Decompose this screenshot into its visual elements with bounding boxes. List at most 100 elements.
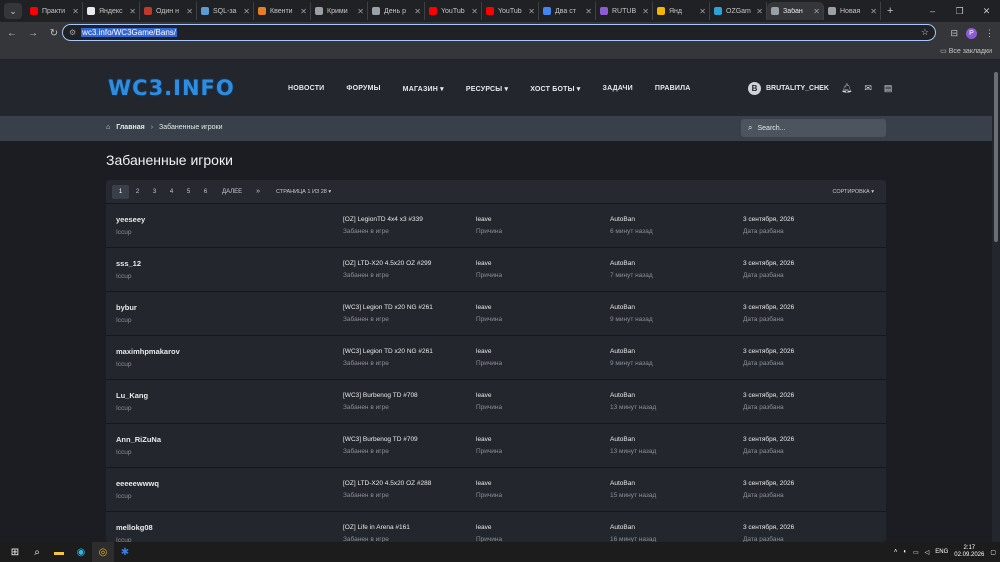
reason-cell: leave Причина <box>476 304 502 323</box>
browser-tab[interactable]: Забан ✕ <box>767 2 824 20</box>
game-label: Забанен в игре <box>343 360 389 367</box>
breadcrumb-current[interactable]: Забаненные игроки <box>159 124 222 131</box>
volume-icon[interactable]: ◁ <box>925 549 930 556</box>
page-link[interactable]: 3 <box>146 185 163 199</box>
close-tab-icon[interactable]: ✕ <box>756 7 763 16</box>
close-tab-icon[interactable]: ✕ <box>243 7 250 16</box>
nav-item[interactable]: ЗАДАЧИ <box>603 85 633 93</box>
close-tab-icon[interactable]: ✕ <box>471 7 478 16</box>
close-tab-icon[interactable]: ✕ <box>813 7 820 16</box>
profile-avatar[interactable]: P <box>966 27 977 39</box>
user-avatar[interactable]: B <box>748 82 761 95</box>
close-tab-icon[interactable]: ✕ <box>585 7 592 16</box>
nav-item[interactable]: РЕСУРСЫ ▾ <box>466 85 508 93</box>
browser-tab[interactable]: Два ст ✕ <box>539 2 596 20</box>
browser-tab[interactable]: Крими ✕ <box>311 2 368 20</box>
player-name[interactable]: mellokg08 <box>116 523 153 532</box>
file-explorer-icon[interactable]: ▬ <box>48 542 70 562</box>
back-button[interactable]: ← <box>3 28 21 39</box>
network-icon[interactable]: ▭ <box>913 549 919 556</box>
browser-tab[interactable]: Практи ✕ <box>26 2 83 20</box>
next-page-link[interactable]: ДАЛЕЕ <box>222 189 242 195</box>
player-name[interactable]: bybur <box>116 303 137 312</box>
breadcrumb-home[interactable]: Главная <box>116 124 144 131</box>
sort-dropdown[interactable]: СОРТИРОВКА ▾ <box>832 189 874 195</box>
close-window-button[interactable]: ✕ <box>973 6 1000 17</box>
close-tab-icon[interactable]: ✕ <box>129 7 136 16</box>
browser-tab[interactable]: RUTUB ✕ <box>596 2 653 20</box>
menu-icon[interactable]: ⋮ <box>985 28 994 39</box>
bell-icon[interactable]: 🔔︎ <box>841 83 852 94</box>
site-logo[interactable]: WC3.INFO <box>108 76 235 100</box>
close-tab-icon[interactable]: ✕ <box>72 7 79 16</box>
browser-tab[interactable]: Яндекс ✕ <box>83 2 140 20</box>
page-link[interactable]: 6 <box>197 185 214 199</box>
address-bar[interactable]: ⚙ wc3.info/WC3Game/Bans/ ☆ <box>62 24 936 41</box>
notification-icon[interactable]: ▢ <box>990 549 996 556</box>
nav-item[interactable]: ХОСТ БОТЫ ▾ <box>530 85 580 93</box>
player-name[interactable]: sss_12 <box>116 259 141 268</box>
player-name[interactable]: yeeseey <box>116 215 145 224</box>
close-tab-icon[interactable]: ✕ <box>528 7 535 16</box>
browser-tab[interactable]: OZGam ✕ <box>710 2 767 20</box>
tray-app-icon[interactable]: ◐ <box>903 549 907 555</box>
search-input[interactable]: ⌕ Search... <box>741 119 886 137</box>
page-jump-dropdown[interactable]: СТРАНИЦА 1 ИЗ 28 ▾ <box>276 189 331 195</box>
language-indicator[interactable]: ENG <box>935 549 948 555</box>
minimize-button[interactable]: – <box>919 6 946 16</box>
windows-start-icon[interactable]: ⊞ <box>4 542 26 562</box>
document-icon[interactable]: ▤ <box>884 83 893 94</box>
browser-tab[interactable]: Новая ✕ <box>824 2 881 20</box>
page-link[interactable]: 2 <box>129 185 146 199</box>
browser-tab[interactable]: Квенти ✕ <box>254 2 311 20</box>
close-tab-icon[interactable]: ✕ <box>699 7 706 16</box>
scrollbar-thumb[interactable] <box>994 72 998 242</box>
nav-item[interactable]: НОВОСТИ <box>288 85 324 93</box>
nav-item[interactable]: ФОРУМЫ <box>346 85 380 93</box>
player-name[interactable]: maximhpmakarov <box>116 347 180 356</box>
sidebar-icon[interactable]: ⊟ <box>950 28 958 39</box>
browser-tab[interactable]: SQL-за ✕ <box>197 2 254 20</box>
url-text[interactable]: wc3.info/WC3Game/Bans/ <box>81 28 177 37</box>
maximize-button[interactable]: ❐ <box>946 6 973 17</box>
browser-tab[interactable]: День р ✕ <box>368 2 425 20</box>
site-info-icon[interactable]: ⚙ <box>69 28 76 37</box>
edge-icon[interactable]: ◉ <box>70 542 92 562</box>
close-tab-icon[interactable]: ✕ <box>414 7 421 16</box>
app-icon[interactable]: ✱ <box>114 542 136 562</box>
chevron-up-icon[interactable]: ˄ <box>894 549 898 555</box>
close-tab-icon[interactable]: ✕ <box>870 7 877 16</box>
browser-tab[interactable]: YouTub ✕ <box>482 2 539 20</box>
reason-label: Причина <box>476 316 503 323</box>
player-name[interactable]: eeeeewwwq <box>116 479 159 488</box>
close-tab-icon[interactable]: ✕ <box>642 7 649 16</box>
browser-tab[interactable]: Янд ✕ <box>653 2 710 20</box>
unban-date: 3 сентября, 2026 <box>743 436 795 443</box>
browser-tab[interactable]: Один н ✕ <box>140 2 197 20</box>
nav-item[interactable]: ПРАВИЛА <box>655 85 691 93</box>
bookmark-star-icon[interactable]: ☆ <box>921 27 929 38</box>
close-tab-icon[interactable]: ✕ <box>300 7 307 16</box>
forward-button[interactable]: → <box>24 28 42 39</box>
player-name[interactable]: Ann_RiZuNa <box>116 435 161 444</box>
search-icon[interactable]: ⌕ <box>26 542 48 562</box>
all-bookmarks-button[interactable]: Все закладки <box>940 47 992 55</box>
chrome-icon[interactable]: ◎ <box>92 542 114 562</box>
tab-search-button[interactable]: ⌄ <box>4 3 22 19</box>
nav-item[interactable]: МАГАЗИН ▾ <box>403 85 444 93</box>
reload-button[interactable]: ↻ <box>45 28 63 39</box>
page-link[interactable]: 4 <box>163 185 180 199</box>
player-name[interactable]: Lu_Kang <box>116 391 148 400</box>
page-link[interactable]: 5 <box>180 185 197 199</box>
close-tab-icon[interactable]: ✕ <box>357 7 364 16</box>
player-realm: Iccup <box>116 361 132 368</box>
envelope-icon[interactable]: ✉ <box>864 83 872 94</box>
tab-title: Два ст <box>555 7 576 15</box>
browser-tab[interactable]: YouTub ✕ <box>425 2 482 20</box>
page-link[interactable]: 1 <box>112 184 129 199</box>
clock[interactable]: 2:17 02.09.2026 <box>954 545 984 559</box>
last-page-link[interactable]: » <box>256 188 260 195</box>
close-tab-icon[interactable]: ✕ <box>186 7 193 16</box>
user-name[interactable]: BRUTALITY_CHEK <box>766 85 829 92</box>
new-tab-button[interactable]: + <box>887 5 893 17</box>
